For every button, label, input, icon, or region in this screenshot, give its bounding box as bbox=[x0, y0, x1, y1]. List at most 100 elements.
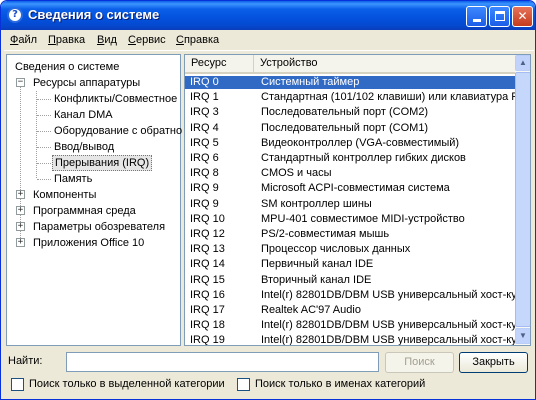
search-button[interactable]: Поиск bbox=[385, 352, 454, 373]
scrollbar-thumb[interactable] bbox=[515, 72, 530, 327]
minimize-icon bbox=[472, 19, 481, 22]
device-cell: Первичный канал IDE bbox=[261, 258, 374, 271]
device-cell: Процессор числовых данных bbox=[261, 243, 411, 256]
table-row[interactable]: IRQ 19 Intel(r) 82801DB/DBM USB универсал… bbox=[185, 334, 517, 346]
tree-connector bbox=[37, 163, 51, 164]
tree-item-label: Компоненты bbox=[33, 189, 97, 201]
tree-connector bbox=[37, 147, 51, 148]
table-row[interactable]: IRQ 0 Системный таймер bbox=[185, 76, 515, 89]
menu-tools[interactable]: Сервис bbox=[128, 34, 166, 46]
menu-help[interactable]: Справка bbox=[176, 34, 219, 46]
resource-cell: IRQ 1 bbox=[190, 91, 219, 104]
maximize-button[interactable] bbox=[489, 6, 510, 27]
tree-item-label: Прерывания (IRQ) bbox=[52, 155, 153, 171]
device-cell: Intel(r) 82801DB/DBM USB универсальный х… bbox=[261, 288, 517, 301]
tree-item-label: Ресурсы аппаратуры bbox=[33, 77, 141, 89]
device-cell: Системный таймер bbox=[261, 76, 360, 88]
details-list[interactable]: Ресурс Устройство IRQ 0 Системный таймер I… bbox=[184, 54, 531, 346]
table-row[interactable]: IRQ 10 MPU-401 совместимое MIDI-устройств… bbox=[185, 213, 515, 226]
table-row[interactable]: IRQ 13 Процессор числовых данных bbox=[185, 243, 515, 256]
column-header-device[interactable]: Устройство bbox=[254, 55, 515, 72]
device-cell: Realtek AC'97 Audio bbox=[261, 304, 361, 316]
tree-connector bbox=[37, 179, 51, 180]
resource-cell: IRQ 18 bbox=[190, 319, 225, 332]
menu-edit[interactable]: Правка bbox=[48, 34, 85, 46]
maximize-icon bbox=[494, 11, 505, 21]
tree-item-label: Оборудование с обратно bbox=[54, 125, 183, 137]
search-selected-category-label[interactable]: Поиск только в выделенной категории bbox=[29, 378, 225, 390]
search-category-names-label[interactable]: Поиск только в именах категорий bbox=[255, 378, 425, 390]
tree-item-label: Сведения о системе bbox=[15, 61, 120, 73]
table-row[interactable]: IRQ 9 Microsoft ACPI-совместимая система bbox=[185, 182, 515, 195]
resource-cell: IRQ 3 bbox=[190, 106, 219, 119]
device-cell: CMOS и часы bbox=[261, 167, 332, 180]
resource-cell: IRQ 4 bbox=[190, 121, 219, 134]
table-row[interactable]: IRQ 8 CMOS и часы bbox=[185, 167, 515, 180]
resource-cell: IRQ 14 bbox=[190, 258, 225, 271]
menu-view[interactable]: Вид bbox=[97, 34, 117, 46]
expand-icon[interactable]: + bbox=[16, 222, 25, 231]
table-row[interactable]: IRQ 1 Стандартная (101/102 клавиши) или к… bbox=[185, 91, 519, 104]
system-info-app-icon: ? bbox=[7, 7, 23, 23]
title-bar[interactable]: ? Сведения о системе ✕ bbox=[1, 1, 535, 30]
tree-item-label: Программная среда bbox=[33, 205, 136, 217]
resource-cell: IRQ 9 bbox=[190, 197, 219, 210]
menu-bar: Файл Правка Вид Сервис Справка bbox=[4, 31, 534, 51]
device-cell: Последовательный порт (COM2) bbox=[261, 106, 429, 119]
device-cell: Видеоконтроллер (VGA-совместимый) bbox=[261, 136, 460, 149]
close-button[interactable]: Закрыть bbox=[459, 352, 528, 373]
table-row[interactable]: IRQ 12 PS/2-совместимая мышь bbox=[185, 228, 515, 241]
close-icon: ✕ bbox=[517, 9, 528, 23]
table-row[interactable]: IRQ 5 Видеоконтроллер (VGA-совместимый) bbox=[185, 137, 515, 150]
resource-cell: IRQ 8 bbox=[190, 167, 219, 180]
resource-cell: IRQ 9 bbox=[190, 182, 219, 195]
vertical-scrollbar[interactable]: ▲ ▼ bbox=[515, 55, 530, 345]
device-cell: Microsoft ACPI-совместимая система bbox=[261, 182, 450, 195]
tree-item-label: Конфликты/Совместное bbox=[54, 93, 178, 105]
expand-icon[interactable]: + bbox=[16, 206, 25, 215]
tree-item-label: Канал DMA bbox=[54, 109, 113, 121]
tree-item-label: Параметры обозревателя bbox=[33, 221, 166, 233]
minimize-button[interactable] bbox=[466, 6, 487, 27]
table-row[interactable]: IRQ 14 Первичный канал IDE bbox=[185, 258, 515, 271]
resource-cell: IRQ 13 bbox=[190, 243, 225, 256]
table-row[interactable]: IRQ 6 Стандартный контроллер гибких диско… bbox=[185, 152, 515, 165]
resource-cell: IRQ 12 bbox=[190, 228, 225, 240]
table-row[interactable]: IRQ 15 Вторичный канал IDE bbox=[185, 274, 515, 287]
table-row[interactable]: IRQ 3 Последовательный порт (COM2) bbox=[185, 106, 515, 119]
table-row[interactable]: IRQ 9 SM контроллер шины bbox=[185, 198, 515, 211]
table-row[interactable]: IRQ 18 Intel(r) 82801DB/DBM USB универсал… bbox=[185, 319, 517, 332]
resource-cell: IRQ 17 bbox=[190, 304, 225, 316]
expand-icon[interactable]: + bbox=[16, 238, 25, 247]
search-category-names-checkbox[interactable] bbox=[237, 378, 250, 391]
device-cell: Intel(r) 82801DB/DBM USB универсальный х… bbox=[261, 319, 517, 332]
device-cell: Вторичный канал IDE bbox=[261, 273, 372, 286]
expand-icon[interactable]: + bbox=[16, 190, 25, 199]
device-cell: Стандартная (101/102 клавиши) или клавиа… bbox=[261, 91, 519, 104]
tree-connector bbox=[37, 99, 51, 100]
tree-connector bbox=[36, 91, 37, 178]
tree-item-label: Приложения Office 10 bbox=[33, 237, 145, 249]
resource-cell: IRQ 0 bbox=[190, 76, 219, 88]
resource-cell: IRQ 19 bbox=[190, 334, 225, 346]
menu-file[interactable]: Файл bbox=[10, 34, 37, 46]
tree-connector bbox=[37, 115, 51, 116]
search-selected-category-checkbox[interactable] bbox=[11, 378, 24, 391]
collapse-icon[interactable]: − bbox=[16, 78, 25, 87]
table-row[interactable]: IRQ 17 Realtek AC'97 Audio bbox=[185, 304, 515, 317]
tree-connector bbox=[37, 131, 51, 132]
scroll-up-arrow-icon[interactable]: ▲ bbox=[515, 55, 530, 71]
column-header-resource[interactable]: Ресурс bbox=[185, 55, 254, 72]
resource-cell: IRQ 5 bbox=[190, 136, 219, 149]
system-info-window: ? Сведения о системе ✕ Файл Правка Вид С… bbox=[0, 0, 536, 400]
close-window-button[interactable]: ✕ bbox=[512, 6, 533, 27]
find-input[interactable] bbox=[66, 352, 379, 372]
scroll-down-arrow-icon[interactable]: ▼ bbox=[515, 328, 530, 344]
table-row[interactable]: IRQ 16 Intel(r) 82801DB/DBM USB универсал… bbox=[185, 288, 517, 302]
category-tree[interactable]: Сведения о системе − Ресурсы аппаратуры … bbox=[6, 54, 183, 346]
resource-cell: IRQ 10 bbox=[190, 212, 225, 225]
find-label: Найти: bbox=[8, 355, 43, 367]
resource-cell: IRQ 16 bbox=[190, 288, 225, 301]
table-row[interactable]: IRQ 4 Последовательный порт (COM1) bbox=[185, 122, 515, 135]
list-header: Ресурс Устройство bbox=[185, 55, 515, 74]
